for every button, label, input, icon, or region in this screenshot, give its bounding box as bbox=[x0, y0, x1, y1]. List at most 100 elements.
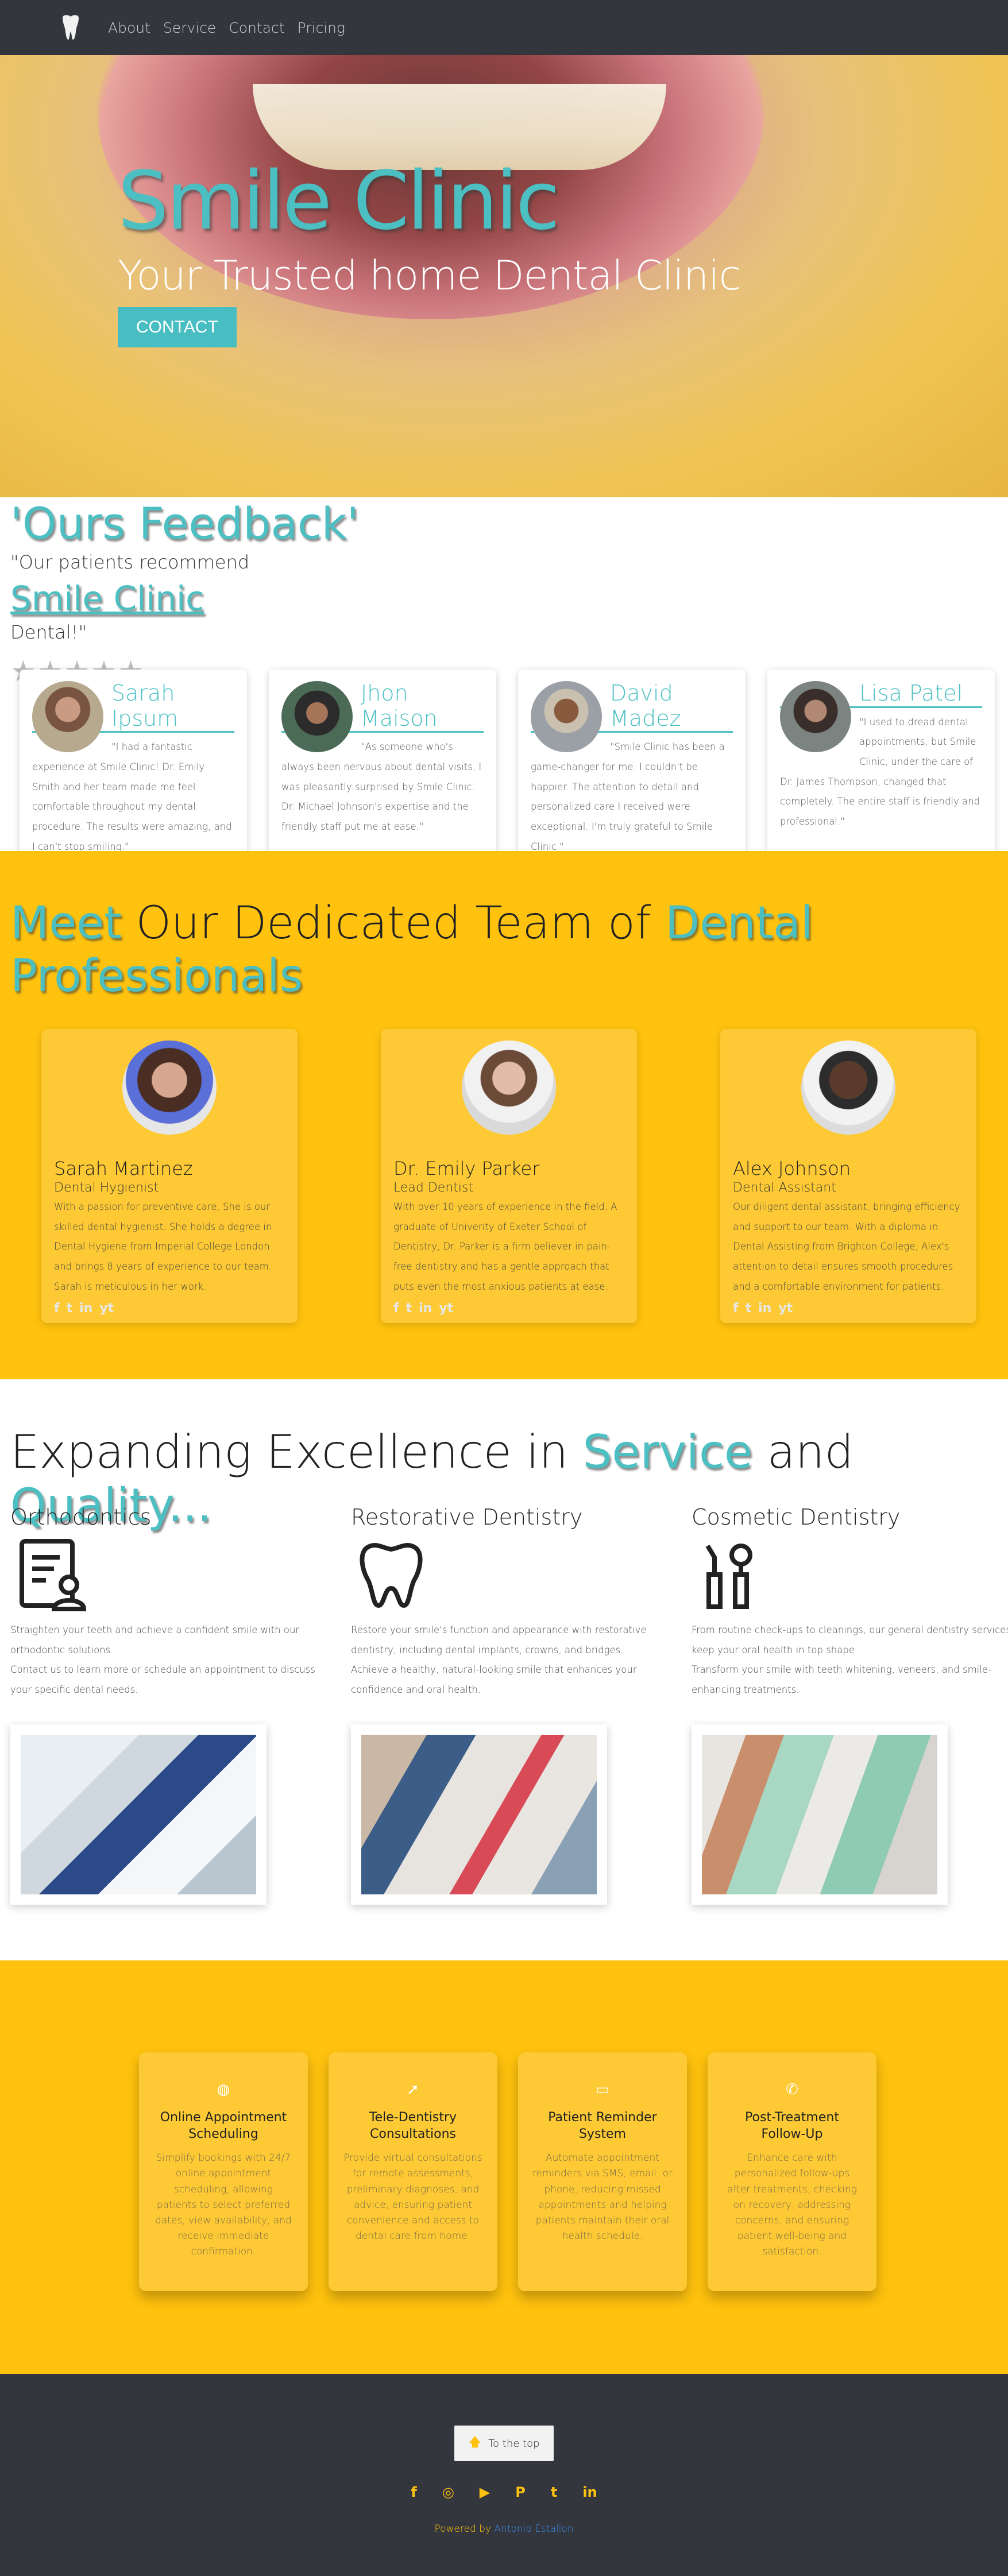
team-card: Alex Johnson Dental Assistant Our dilige… bbox=[720, 1029, 976, 1323]
hero-section: Smile Clinic Your Trusted home Dental Cl… bbox=[0, 55, 1008, 497]
feature-card[interactable]: ▭ Patient Reminder System Automate appoi… bbox=[518, 2052, 687, 2291]
globe-icon: ◍ bbox=[217, 2081, 230, 2098]
member-role: Dental Assistant bbox=[733, 1181, 836, 1195]
facebook-icon[interactable]: f bbox=[733, 1301, 739, 1316]
avatar bbox=[462, 1041, 556, 1135]
features-section: ◍ Online Appointment Scheduling Simplify… bbox=[0, 1960, 1008, 2374]
service-text: From routine check-ups to cleanings, our… bbox=[692, 1624, 1008, 1656]
youtube-icon[interactable]: yt bbox=[778, 1301, 793, 1316]
feature-title: Patient Reminder System bbox=[548, 2110, 657, 2141]
member-bio: With over 10 years of experience in the … bbox=[393, 1201, 617, 1292]
service-title: Restorative Dentistry bbox=[351, 1504, 583, 1530]
feature-title: Online Appointment Scheduling bbox=[160, 2110, 287, 2141]
linkedin-icon[interactable]: in bbox=[419, 1301, 432, 1316]
service-text: Straighten your teeth and achieve a conf… bbox=[10, 1624, 300, 1656]
hero-title: Smile Clinic bbox=[118, 154, 560, 248]
member-bio: With a passion for preventive care, She … bbox=[54, 1201, 272, 1292]
dental-tools-icon bbox=[692, 1534, 772, 1615]
tooth-icon bbox=[351, 1534, 431, 1615]
feedback-title: 'Ours Feedback' bbox=[10, 498, 359, 549]
powered-by: Powered by Antonio Estallon bbox=[434, 2523, 574, 2535]
linkedin-icon[interactable]: in bbox=[79, 1301, 92, 1316]
to-top-button[interactable]: 🡅 To the top bbox=[454, 2426, 554, 2461]
feature-card[interactable]: ➚ Tele-Dentistry Consultations Provide v… bbox=[329, 2052, 497, 2291]
feedback-section: 'Ours Feedback' "Our patients recommend … bbox=[0, 497, 1008, 869]
orthodontics-photo bbox=[10, 1724, 267, 1905]
author-link[interactable]: Antonio Estallon bbox=[494, 2523, 573, 2535]
avatar bbox=[780, 681, 851, 752]
feature-card[interactable]: ◍ Online Appointment Scheduling Simplify… bbox=[139, 2052, 308, 2291]
twitter-icon[interactable]: t bbox=[406, 1301, 412, 1316]
team-card: Dr. Emily Parker Lead Dentist With over … bbox=[381, 1029, 637, 1323]
footer: 🡅 To the top f ◎ ▶ P t in Powered by Ant… bbox=[0, 2374, 1008, 2576]
avatar bbox=[531, 681, 602, 752]
youtube-icon[interactable]: yt bbox=[439, 1301, 453, 1316]
service-column: Restorative Dentistry Restore your smile… bbox=[351, 1504, 675, 1905]
review-card: Lisa Patel "I used to dread dental appoi… bbox=[767, 670, 995, 869]
member-name: Dr. Emily Parker bbox=[393, 1158, 540, 1179]
monitor-icon: ▭ bbox=[595, 2081, 610, 2098]
avatar bbox=[801, 1041, 895, 1135]
member-bio: Our diligent dental assistant, bringing … bbox=[733, 1201, 960, 1292]
instagram-icon[interactable]: ◎ bbox=[442, 2484, 454, 2500]
youtube-icon[interactable]: ▶ bbox=[480, 2484, 490, 2500]
avatar bbox=[32, 681, 103, 752]
feedback-dental-text: Dental!" bbox=[10, 621, 87, 643]
feature-card[interactable]: ✆ Post-Treatment Follow-Up Enhance care … bbox=[708, 2052, 876, 2291]
review-text: "I had a fantastic experience at Smile C… bbox=[32, 741, 232, 852]
member-name: Sarah Martinez bbox=[54, 1158, 193, 1179]
feature-title: Post-Treatment Follow-Up bbox=[745, 2110, 839, 2141]
service-text: Restore your smile's function and appear… bbox=[351, 1624, 647, 1656]
service-column: Orthodontics Straighten your teeth and a… bbox=[10, 1504, 335, 1905]
nav-link-contact[interactable]: Contact bbox=[229, 20, 284, 36]
feature-title: Tele-Dentistry Consultations bbox=[369, 2110, 457, 2141]
review-card: Jhon Maison "As someone who's always bee… bbox=[269, 670, 496, 869]
feature-text: Automate appointment reminders via SMS, … bbox=[532, 2152, 673, 2242]
member-role: Dental Hygienist bbox=[54, 1181, 159, 1195]
clipboard-user-icon bbox=[10, 1534, 91, 1615]
team-section: Meet Our Dedicated Team of Dental Profes… bbox=[0, 851, 1008, 1379]
member-role: Lead Dentist bbox=[393, 1181, 474, 1195]
to-top-label: To the top bbox=[488, 2437, 540, 2450]
service-title: Cosmetic Dentistry bbox=[692, 1504, 901, 1530]
avatar bbox=[281, 681, 353, 752]
review-text: "Smile Clinic has been a game-changer fo… bbox=[531, 741, 725, 852]
facebook-icon[interactable]: f bbox=[54, 1301, 60, 1316]
nav-link-about[interactable]: About bbox=[108, 20, 150, 36]
twitter-icon[interactable]: t bbox=[67, 1301, 73, 1316]
feature-text: Enhance care with personalized follow-up… bbox=[727, 2152, 858, 2258]
tooth-logo-icon[interactable] bbox=[57, 14, 84, 41]
review-card: David Madez "Smile Clinic has been a gam… bbox=[518, 670, 746, 869]
member-name: Alex Johnson bbox=[733, 1158, 851, 1179]
service-column: Cosmetic Dentistry From routine check-up… bbox=[692, 1504, 1008, 1905]
service-text: Transform your smile with teeth whitenin… bbox=[692, 1664, 991, 1695]
feature-text: Provide virtual consultations for remote… bbox=[343, 2152, 482, 2242]
service-title: Orthodontics bbox=[10, 1504, 152, 1530]
linkedin-icon[interactable]: in bbox=[758, 1301, 771, 1316]
cosmetic-photo bbox=[692, 1724, 948, 1905]
nav-link-pricing[interactable]: Pricing bbox=[298, 20, 345, 36]
contact-button[interactable]: CONTACT bbox=[118, 307, 237, 347]
youtube-icon[interactable]: yt bbox=[99, 1301, 114, 1316]
twitter-icon[interactable]: t bbox=[746, 1301, 752, 1316]
service-text: Achieve a healthy, natural-looking smile… bbox=[351, 1664, 637, 1695]
review-card: Sarah Ipsum "I had a fantastic experienc… bbox=[20, 670, 247, 869]
rocket-icon: ➚ bbox=[407, 2081, 419, 2098]
team-title: Meet Our Dedicated Team of Dental Profes… bbox=[10, 898, 813, 1003]
facebook-icon[interactable]: f bbox=[393, 1301, 399, 1316]
facebook-icon[interactable]: f bbox=[411, 2484, 416, 2500]
twitter-icon[interactable]: t bbox=[551, 2484, 557, 2500]
arrow-up-icon: 🡅 bbox=[468, 2435, 482, 2450]
service-text: Contact us to learn more or schedule an … bbox=[10, 1664, 315, 1695]
phone-icon: ✆ bbox=[786, 2081, 798, 2098]
linkedin-icon[interactable]: in bbox=[582, 2484, 597, 2500]
review-text: "As someone who's always been nervous ab… bbox=[281, 741, 482, 832]
pinterest-icon[interactable]: P bbox=[515, 2484, 526, 2500]
hero-subtitle: Your Trusted home Dental Clinic bbox=[118, 252, 741, 299]
nav-link-service[interactable]: Service bbox=[163, 20, 216, 36]
feedback-recommend-text: "Our patients recommend bbox=[10, 551, 250, 573]
feedback-brand-link[interactable]: Smile Clinic bbox=[10, 579, 204, 618]
top-nav: About Service Contact Pricing bbox=[0, 0, 1008, 55]
avatar bbox=[122, 1041, 217, 1135]
feature-text: Simplify bookings with 24/7 online appoi… bbox=[155, 2152, 292, 2258]
